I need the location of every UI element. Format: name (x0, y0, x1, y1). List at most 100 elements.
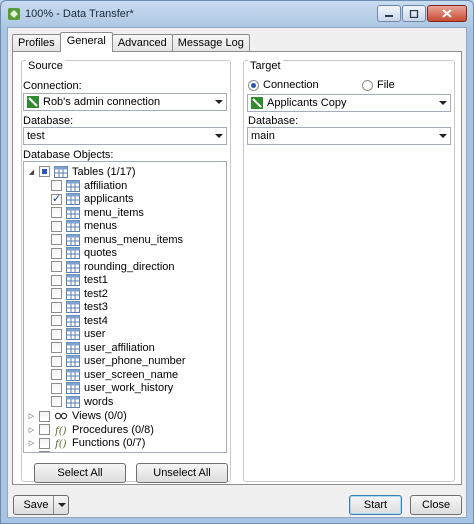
tree-item-table[interactable]: menus (51, 220, 117, 233)
svg-text:f(): f() (54, 439, 67, 449)
tree-item-table[interactable]: test1 (51, 274, 108, 287)
tree-node-procedures[interactable]: ▷ f() Procedures (0/8) (27, 423, 154, 436)
maximize-button[interactable] (402, 5, 426, 22)
collapse-arrow-icon[interactable]: ◢ (27, 167, 36, 176)
table-name: test1 (84, 274, 108, 286)
tree-item-table[interactable]: menu_items (51, 206, 144, 219)
tree-node-events[interactable]: Events (0/0) (27, 450, 131, 452)
data-transfer-window: 100% - Data Transfer* Profiles General A… (0, 0, 474, 524)
tree-item-table[interactable]: menus_menu_items (51, 233, 183, 246)
tab-message-log[interactable]: Message Log (171, 34, 250, 52)
table-icon (66, 247, 80, 259)
table-checkbox[interactable] (51, 396, 62, 407)
tables-count: (1/17) (106, 165, 136, 178)
database-objects-label: Database Objects: (23, 149, 114, 161)
minimize-button[interactable] (377, 5, 401, 22)
table-icon (66, 233, 80, 246)
table-checkbox[interactable] (51, 207, 62, 218)
radio-file-indicator[interactable] (362, 79, 373, 91)
target-database-select[interactable]: main (247, 127, 451, 145)
radio-connection-indicator[interactable] (248, 79, 259, 91)
close-button[interactable]: Close (410, 495, 462, 515)
table-checkbox[interactable] (51, 369, 62, 380)
table-name: menus (84, 220, 118, 232)
table-icon (66, 355, 80, 367)
tree-item-table[interactable]: test4 (51, 314, 108, 327)
select-all-button[interactable]: Select All (34, 463, 126, 483)
tree-item-table[interactable]: test2 (51, 287, 108, 300)
tables-checkbox[interactable] (39, 166, 50, 177)
table-checkbox[interactable] (51, 234, 62, 245)
tree-node-views[interactable]: ▷ Views (0/0) (27, 410, 127, 423)
table-name: user_phone_number (84, 355, 186, 367)
target-connection-radio[interactable]: Connection (248, 79, 319, 91)
target-file-radio[interactable]: File (362, 79, 395, 91)
events-checkbox[interactable] (39, 451, 50, 452)
table-icon (66, 368, 80, 381)
tab-general[interactable]: General (59, 32, 113, 52)
table-checkbox[interactable] (51, 247, 62, 259)
tab-bar: Profiles General Advanced Message Log (12, 32, 250, 52)
table-checkbox[interactable] (51, 342, 62, 353)
tree-item-table[interactable]: words (51, 395, 113, 408)
functions-checkbox[interactable] (39, 437, 50, 449)
tree-node-functions[interactable]: ▷ f() Functions (0/7) (27, 437, 146, 450)
table-checkbox[interactable] (51, 328, 62, 340)
target-database-label: Database: (248, 115, 299, 127)
close-window-button[interactable] (427, 5, 467, 22)
table-checkbox[interactable] (51, 382, 62, 394)
table-checkbox[interactable] (51, 315, 62, 326)
table-checkbox[interactable] (51, 192, 62, 205)
table-checkbox[interactable] (51, 274, 62, 286)
target-connection-radio-label: Connection (263, 79, 319, 91)
table-icon (66, 287, 80, 300)
table-checkbox[interactable] (51, 261, 62, 272)
table-checkbox[interactable] (51, 301, 62, 313)
tree-item-table[interactable]: user_work_history (51, 382, 173, 395)
function-icon: f() (54, 426, 67, 436)
procedures-label: Procedures (72, 423, 129, 436)
tab-profiles[interactable]: Profiles (12, 34, 61, 52)
target-connection-select[interactable]: Applicants Copy (247, 94, 451, 112)
table-checkbox[interactable] (51, 288, 62, 299)
maximize-icon (409, 9, 419, 18)
procedures-checkbox[interactable] (39, 424, 50, 435)
title-bar[interactable]: 100% - Data Transfer* (1, 1, 473, 27)
table-name: quotes (84, 247, 118, 259)
unselect-all-button[interactable]: Unselect All (136, 463, 228, 483)
expand-arrow-icon[interactable]: ▷ (27, 439, 36, 448)
minimize-icon (385, 14, 393, 17)
views-checkbox[interactable] (39, 410, 50, 422)
table-checkbox[interactable] (51, 355, 62, 367)
source-connection-select[interactable]: Rob's admin connection (23, 93, 227, 111)
save-label: Save (23, 499, 49, 511)
table-icon (66, 395, 80, 408)
table-icon (66, 260, 80, 273)
source-database-select[interactable]: test (23, 127, 227, 145)
table-icon (66, 341, 80, 354)
tree-node-tables[interactable]: ◢ Tables (1/17) (27, 165, 136, 178)
tree-item-table[interactable]: affiliation (51, 179, 127, 192)
tab-advanced[interactable]: Advanced (111, 34, 173, 52)
table-name: words (84, 395, 114, 408)
table-icon (66, 314, 80, 327)
tree-item-table[interactable]: test3 (51, 301, 108, 314)
expand-arrow-icon[interactable]: ▷ (27, 425, 36, 434)
functions-count: (0/7) (122, 437, 146, 449)
save-dropdown-button[interactable] (55, 496, 68, 514)
source-database-label: Database: (23, 115, 74, 127)
tree-item-table[interactable]: quotes (51, 247, 117, 260)
tree-item-table[interactable]: applicants (51, 192, 134, 206)
functions-label: Functions (72, 437, 120, 449)
start-button[interactable]: Start (349, 495, 402, 515)
chevron-down-icon (439, 101, 447, 105)
table-name: affiliation (84, 179, 128, 192)
table-checkbox[interactable] (51, 180, 62, 191)
expand-arrow-icon[interactable]: ▷ (27, 412, 36, 421)
table-checkbox[interactable] (51, 220, 62, 232)
tree-item-table[interactable]: user_phone_number (51, 355, 186, 368)
tree-item-table[interactable]: user_affiliation (51, 341, 155, 354)
tree-item-table[interactable]: rounding_direction (51, 260, 175, 273)
tree-item-table[interactable]: user (51, 328, 105, 341)
tree-item-table[interactable]: user_screen_name (51, 368, 178, 381)
